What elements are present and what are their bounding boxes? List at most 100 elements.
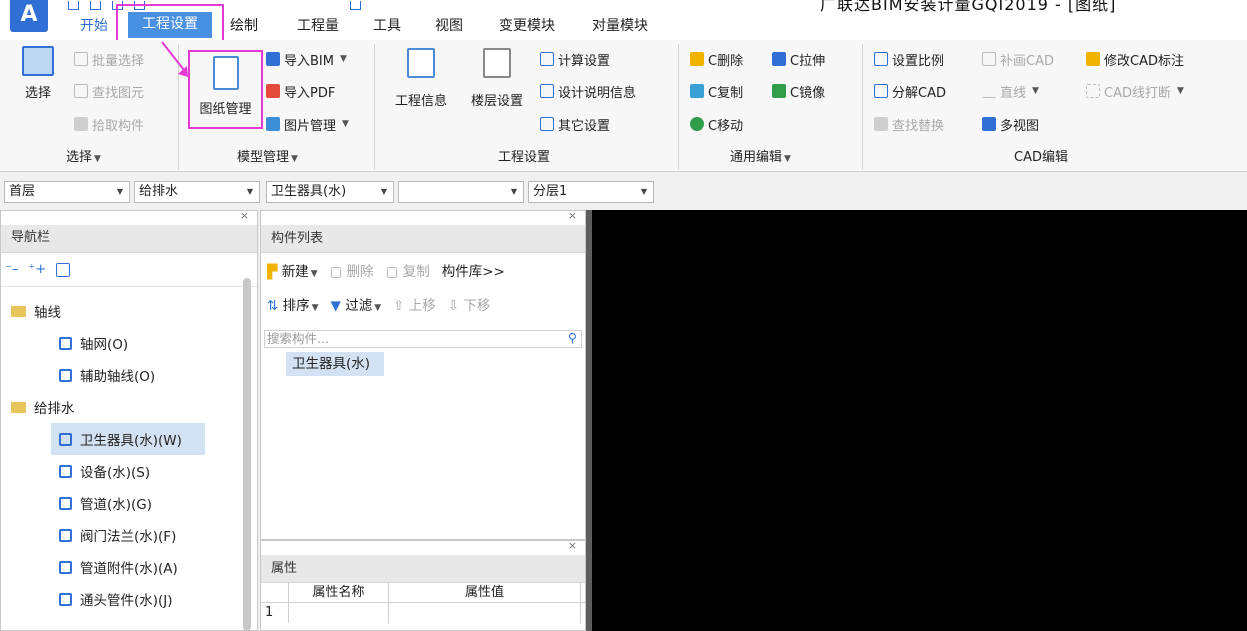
edit-nav-icon[interactable] — [56, 262, 71, 277]
cad-line-break-button[interactable]: CAD线打断 ▼ — [1086, 80, 1184, 102]
collapse-all-icon[interactable]: ⁻– — [5, 262, 18, 277]
redraw-cad-label: 补画CAD — [1000, 53, 1054, 69]
line-icon — [982, 84, 996, 98]
project-info-button[interactable]: 工程信息 — [388, 48, 454, 120]
import-bim-button[interactable]: 导入BIM ▼ — [266, 48, 347, 70]
discipline-select[interactable]: 给排水 ▼ — [134, 181, 260, 203]
filter-button[interactable]: ▼ 过滤 ▼ — [331, 294, 382, 314]
nav-toolbar: ⁻– ⁺+ — [1, 253, 257, 287]
nav-item[interactable]: 轴网(O) — [1, 327, 205, 359]
delete-component-button[interactable]: ▢ 删除 — [330, 260, 374, 280]
c-stretch-label: C拉伸 — [790, 53, 826, 69]
nav-item[interactable]: 卫生器具(水)(W) — [51, 423, 205, 455]
move-up-button[interactable]: ⇧ 上移 — [393, 294, 436, 314]
sanitary-icon — [59, 432, 72, 446]
property-value-cell[interactable] — [389, 603, 581, 623]
component-search-input[interactable]: 搜索构件... ⚲ — [264, 330, 582, 348]
floor-settings-icon — [483, 48, 511, 78]
list-item[interactable]: 卫生器具(水) — [286, 352, 384, 376]
component-toolbar-1: ▛ 新建 ▼ ▢ 删除 ▢ 复制 构件库>> — [261, 253, 585, 287]
new-component-button[interactable]: ▛ 新建 ▼ — [267, 260, 318, 280]
nav-item[interactable]: 设备(水)(S) — [1, 455, 205, 487]
pipe-icon — [59, 496, 72, 510]
line-button[interactable]: 直线 ▼ — [982, 80, 1039, 102]
layer-select[interactable]: 分层1 ▼ — [528, 181, 654, 203]
quick-save-icon[interactable] — [68, 1, 79, 10]
nav-item[interactable]: 阀门法兰(水)(F) — [1, 519, 205, 551]
close-icon[interactable]: × — [240, 209, 249, 222]
close-icon[interactable]: × — [568, 209, 577, 222]
nav-item-label: 阀门法兰(水)(F) — [80, 529, 177, 545]
c-stretch-button[interactable]: C拉伸 — [772, 48, 825, 70]
explode-cad-button[interactable]: 分解CAD — [874, 80, 946, 102]
property-name-cell[interactable] — [289, 603, 389, 623]
move-down-button[interactable]: ⇩ 下移 — [448, 294, 491, 314]
nav-item[interactable]: 辅助轴线(O) — [1, 359, 205, 391]
nav-folder[interactable]: 给排水 — [1, 391, 257, 423]
component-type-select[interactable]: 卫生器具(水) ▼ — [266, 181, 394, 203]
tab-change-module[interactable]: 变更模块 — [499, 16, 555, 38]
component-select[interactable]: ▼ — [398, 181, 524, 203]
floor-select[interactable]: 首层 ▼ — [4, 181, 130, 203]
tab-reconcile-module[interactable]: 对量模块 — [592, 16, 648, 38]
component-library-button[interactable]: 构件库>> — [442, 260, 505, 280]
expand-all-icon[interactable]: ⁺+ — [28, 262, 46, 277]
drawing-management-button[interactable]: 图纸管理 — [190, 52, 261, 127]
properties-title: 属性 — [261, 555, 585, 583]
calc-settings-button[interactable]: 计算设置 — [540, 48, 610, 70]
filter-icon: ▼ — [330, 298, 341, 314]
group-label-model[interactable]: 模型管理 ▼ — [237, 146, 298, 165]
property-value-header: 属性值 — [389, 583, 581, 602]
quick-redo-icon[interactable] — [350, 1, 361, 10]
nav-item-label: 轴网(O) — [80, 337, 129, 353]
find-replace-button[interactable]: 查找替换 — [874, 113, 944, 135]
tab-tools[interactable]: 工具 — [373, 16, 401, 38]
pick-component-button[interactable]: 拾取构件 — [74, 113, 144, 135]
pipe-accessory-icon — [59, 560, 72, 574]
search-icon[interactable]: ⚲ — [568, 330, 577, 346]
nav-item[interactable]: 管道附件(水)(A) — [1, 551, 205, 583]
chevron-down-icon: ▼ — [116, 187, 123, 196]
edit-cad-annotation-label: 修改CAD标注 — [1104, 53, 1184, 69]
c-move-label: C移动 — [708, 118, 744, 134]
quick-open-icon[interactable] — [90, 1, 101, 10]
set-scale-label: 设置比例 — [892, 53, 945, 69]
floor-settings-button[interactable]: 楼层设置 — [464, 48, 530, 120]
project-info-icon — [407, 48, 435, 78]
edit-cad-annotation-button[interactable]: 修改CAD标注 — [1086, 48, 1184, 70]
group-label-edit[interactable]: 通用编辑 ▼ — [730, 146, 791, 165]
group-label-select[interactable]: 选择 ▼ — [66, 146, 101, 165]
new-icon: ▛ — [267, 264, 278, 280]
other-settings-button[interactable]: 其它设置 — [540, 113, 610, 135]
c-mirror-button[interactable]: C镜像 — [772, 80, 825, 102]
design-notes-button[interactable]: 设计说明信息 — [540, 80, 636, 102]
tab-view[interactable]: 视图 — [435, 16, 463, 38]
select-button[interactable]: 选择 — [12, 46, 64, 136]
image-management-button[interactable]: 图片管理 ▼ — [266, 113, 349, 135]
redraw-cad-button[interactable]: 补画CAD — [982, 48, 1054, 70]
sort-button[interactable]: ⇅ 排序 ▼ — [267, 294, 319, 314]
set-scale-button[interactable]: 设置比例 — [874, 48, 944, 70]
tab-draw[interactable]: 绘制 — [230, 16, 258, 38]
multi-view-button[interactable]: 多视图 — [982, 113, 1039, 135]
close-icon[interactable]: × — [568, 539, 577, 552]
nav-item[interactable]: 通头管件(水)(J) — [1, 583, 205, 615]
import-pdf-button[interactable]: 导入PDF — [266, 80, 335, 102]
nav-item[interactable]: 管道(水)(G) — [1, 487, 205, 519]
nav-item-label: 轴线 — [34, 305, 61, 321]
table-row[interactable]: 1 — [261, 603, 585, 623]
batch-select-button[interactable]: 批量选择 — [74, 48, 144, 70]
copy-component-button[interactable]: ▢ 复制 — [386, 260, 430, 280]
nav-folder[interactable]: 轴线 — [1, 295, 257, 327]
app-logo[interactable]: A — [10, 0, 48, 32]
tab-quantity[interactable]: 工程量 — [297, 16, 339, 38]
nav-scrollbar[interactable] — [243, 278, 251, 631]
tab-start[interactable]: 开始 — [80, 16, 108, 38]
tab-project-settings[interactable]: 工程设置 — [128, 12, 212, 38]
c-move-button[interactable]: C移动 — [690, 113, 743, 135]
c-delete-button[interactable]: C删除 — [690, 48, 743, 70]
folder-icon — [11, 305, 26, 317]
c-copy-button[interactable]: C复制 — [690, 80, 743, 102]
drawing-viewport[interactable] — [592, 210, 1247, 631]
find-element-button[interactable]: 查找图元 — [74, 80, 144, 102]
